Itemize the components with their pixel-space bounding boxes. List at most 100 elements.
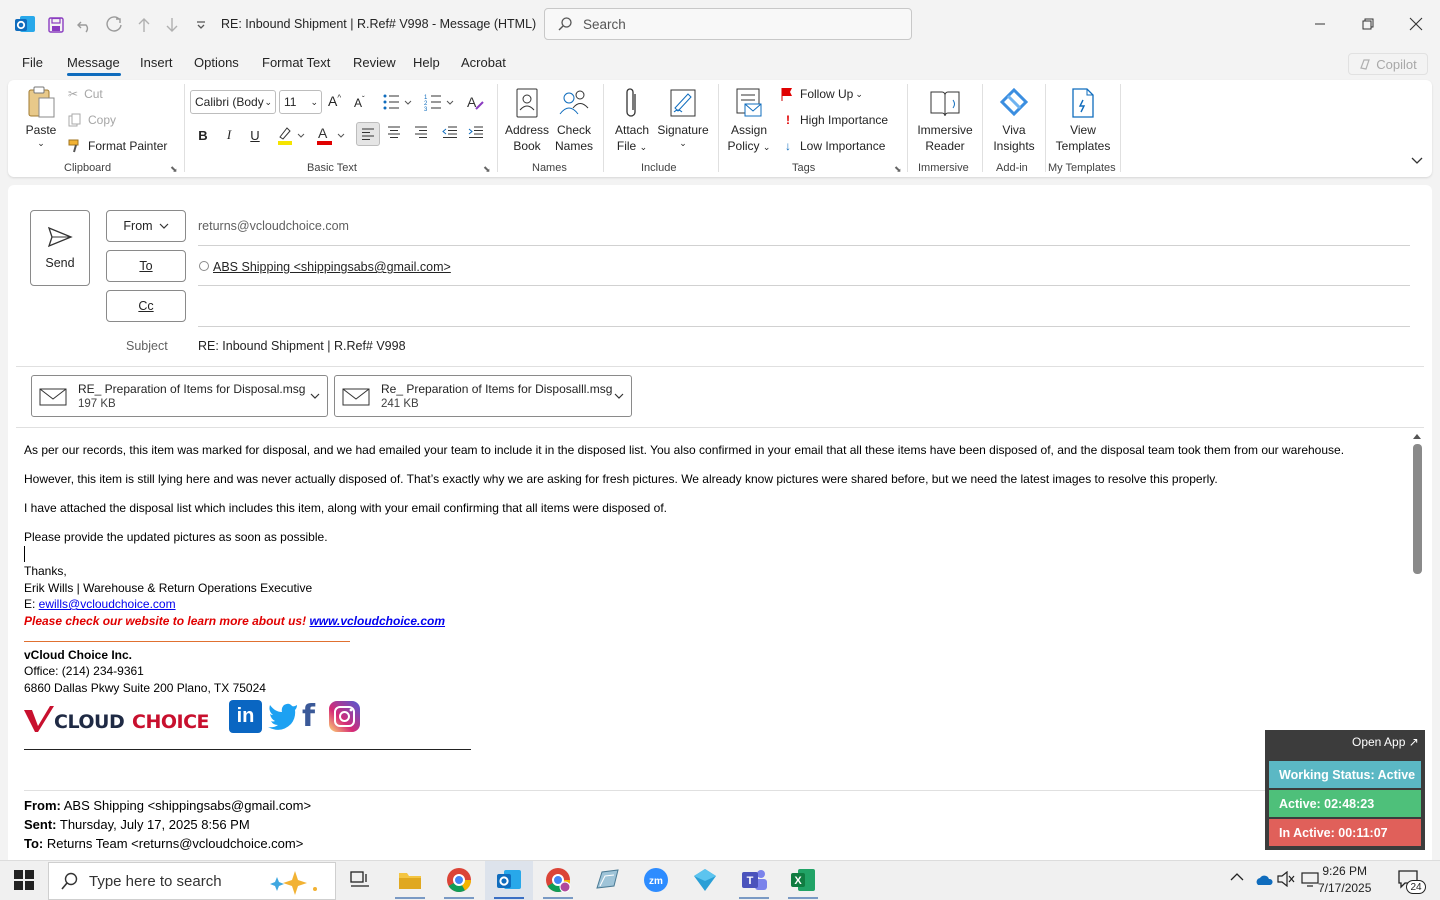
customize-toolbar-icon[interactable] bbox=[190, 14, 212, 36]
email-link[interactable]: ewills@vcloudchoice.com bbox=[39, 597, 176, 611]
copy-button[interactable]: Copy bbox=[68, 113, 116, 127]
menu-insert[interactable]: Insert bbox=[140, 55, 173, 70]
signature-button[interactable]: Signature ⌄ bbox=[656, 86, 710, 148]
font-size-select[interactable]: 11 ⌄ bbox=[279, 90, 322, 114]
grow-font-icon[interactable]: A^ bbox=[328, 93, 341, 109]
attach-file-button[interactable]: Attach File ⌄ bbox=[610, 86, 654, 155]
previous-item-icon[interactable] bbox=[133, 14, 155, 36]
highlight-icon[interactable] bbox=[276, 124, 308, 146]
check-names-button[interactable]: Check Names bbox=[552, 86, 596, 154]
paste-button[interactable]: Paste ⌄ bbox=[22, 86, 60, 148]
cc-button[interactable]: Cc bbox=[106, 290, 186, 322]
file-explorer-icon[interactable] bbox=[396, 866, 424, 894]
redo-icon[interactable] bbox=[103, 14, 125, 36]
clipboard-launcher-icon[interactable]: ⬊ bbox=[170, 164, 178, 175]
restore-button[interactable] bbox=[1344, 0, 1392, 48]
attachment-card[interactable]: Re_ Preparation of Items for Disposalll.… bbox=[334, 375, 632, 417]
clear-formatting-icon[interactable]: A bbox=[466, 92, 486, 112]
body-paragraph[interactable]: As per our records, this item was marked… bbox=[24, 443, 1344, 457]
align-center-icon[interactable] bbox=[387, 126, 401, 138]
copilot-button[interactable]: Copilot bbox=[1348, 53, 1428, 75]
decrease-indent-icon[interactable] bbox=[442, 126, 458, 138]
quoted-to-value: Returns Team <returns@vcloudchoice.com> bbox=[43, 836, 304, 851]
scroll-up-arrow-icon[interactable] bbox=[1412, 432, 1422, 440]
view-templates-button[interactable]: View Templates bbox=[1052, 86, 1114, 154]
to-recipient[interactable]: ABS Shipping <shippingsabs@gmail.com> bbox=[213, 260, 451, 274]
ribbon-expand-icon[interactable] bbox=[1410, 156, 1424, 166]
network-icon[interactable] bbox=[1301, 871, 1319, 887]
save-icon[interactable] bbox=[45, 14, 67, 36]
chevron-down-icon[interactable] bbox=[310, 392, 320, 400]
increase-indent-icon[interactable] bbox=[468, 126, 484, 138]
underline-icon[interactable]: U bbox=[244, 124, 266, 146]
chrome-icon[interactable] bbox=[445, 866, 473, 894]
close-button[interactable] bbox=[1392, 0, 1440, 48]
bold-icon[interactable]: B bbox=[192, 124, 214, 146]
undo-icon[interactable] bbox=[74, 14, 96, 36]
show-hidden-icons-icon[interactable] bbox=[1230, 872, 1244, 882]
tags-launcher-icon[interactable]: ⬊ bbox=[894, 164, 902, 175]
follow-up-button[interactable]: Follow Up ⌄ bbox=[780, 87, 863, 101]
viva-insights-button[interactable]: Viva Insights bbox=[988, 86, 1040, 154]
open-app-button[interactable]: Open App ↗ bbox=[1352, 735, 1419, 749]
zoom-icon[interactable]: zm bbox=[642, 866, 670, 894]
address-book-button[interactable]: Address Book bbox=[504, 86, 550, 154]
facebook-icon[interactable]: f bbox=[302, 700, 322, 733]
volume-muted-icon[interactable] bbox=[1277, 871, 1295, 887]
body-paragraph[interactable]: Please provide the updated pictures as s… bbox=[24, 530, 328, 544]
numbering-icon[interactable]: 123 bbox=[424, 92, 456, 112]
next-item-icon[interactable] bbox=[161, 14, 183, 36]
task-view-icon[interactable] bbox=[346, 866, 374, 894]
bullets-icon[interactable] bbox=[382, 92, 414, 112]
font-name-select[interactable]: Calibri (Body ⌄ bbox=[190, 90, 276, 114]
basic-text-launcher-icon[interactable]: ⬊ bbox=[483, 164, 491, 175]
excel-icon[interactable]: X bbox=[789, 866, 817, 894]
cube-app-icon[interactable] bbox=[691, 866, 719, 894]
body-paragraph[interactable]: I have attached the disposal list which … bbox=[24, 501, 667, 515]
minimize-button[interactable] bbox=[1296, 0, 1344, 48]
photos-app-icon[interactable] bbox=[593, 866, 621, 894]
instagram-icon[interactable] bbox=[328, 700, 361, 733]
search-input[interactable]: Search bbox=[544, 8, 912, 40]
windows-start-icon[interactable] bbox=[14, 870, 34, 890]
teams-icon[interactable]: T bbox=[740, 866, 768, 894]
svg-text:T: T bbox=[747, 875, 754, 887]
high-importance-button[interactable]: ! High Importance bbox=[782, 113, 888, 127]
to-button[interactable]: To bbox=[106, 250, 186, 282]
shrink-font-icon[interactable]: Aˇ bbox=[354, 95, 365, 110]
outlook-taskbar-icon[interactable] bbox=[495, 866, 523, 894]
onedrive-icon[interactable] bbox=[1253, 872, 1273, 886]
menu-acrobat[interactable]: Acrobat bbox=[461, 55, 506, 70]
subject-field[interactable]: RE: Inbound Shipment | R.Ref# V998 bbox=[198, 339, 406, 353]
menu-help[interactable]: Help bbox=[413, 55, 440, 70]
from-button[interactable]: From bbox=[106, 210, 186, 242]
send-button[interactable]: Send bbox=[30, 210, 90, 286]
linkedin-icon[interactable]: in bbox=[229, 700, 262, 733]
attachment-card[interactable]: RE_ Preparation of Items for Disposal.ms… bbox=[31, 375, 328, 417]
menu-message[interactable]: Message bbox=[67, 55, 120, 70]
italic-icon[interactable]: I bbox=[218, 124, 240, 146]
system-clock[interactable]: 9:26 PM 7/17/2025 bbox=[1318, 863, 1371, 897]
format-painter-button[interactable]: Format Painter bbox=[68, 139, 167, 153]
body-paragraph[interactable]: However, this item is still lying here a… bbox=[24, 472, 1218, 486]
subject-label: Subject bbox=[126, 339, 168, 353]
menu-format-text[interactable]: Format Text bbox=[262, 55, 330, 70]
taskbar-search-input[interactable]: Type here to search bbox=[48, 862, 336, 900]
menu-file[interactable]: File bbox=[22, 55, 43, 70]
chevron-down-icon[interactable] bbox=[614, 392, 624, 400]
cc-field[interactable] bbox=[198, 290, 1410, 324]
chrome-profile-icon[interactable] bbox=[544, 866, 572, 894]
low-importance-button[interactable]: ↓ Low Importance bbox=[782, 139, 885, 153]
align-left-icon[interactable] bbox=[356, 122, 380, 146]
website-link[interactable]: www.vcloudchoice.com bbox=[309, 614, 445, 628]
menu-review[interactable]: Review bbox=[353, 55, 396, 70]
font-color-icon[interactable]: A bbox=[316, 124, 348, 146]
menu-options[interactable]: Options bbox=[194, 55, 239, 70]
align-right-icon[interactable] bbox=[414, 126, 428, 138]
assign-policy-button[interactable]: Assign Policy ⌄ bbox=[724, 86, 774, 155]
outlook-app-icon bbox=[14, 13, 36, 35]
scrollbar-thumb[interactable] bbox=[1413, 444, 1422, 574]
immersive-reader-button[interactable]: Immersive Reader bbox=[914, 86, 976, 154]
twitter-icon[interactable] bbox=[267, 700, 299, 730]
cut-button[interactable]: ✂ Cut bbox=[68, 87, 103, 101]
